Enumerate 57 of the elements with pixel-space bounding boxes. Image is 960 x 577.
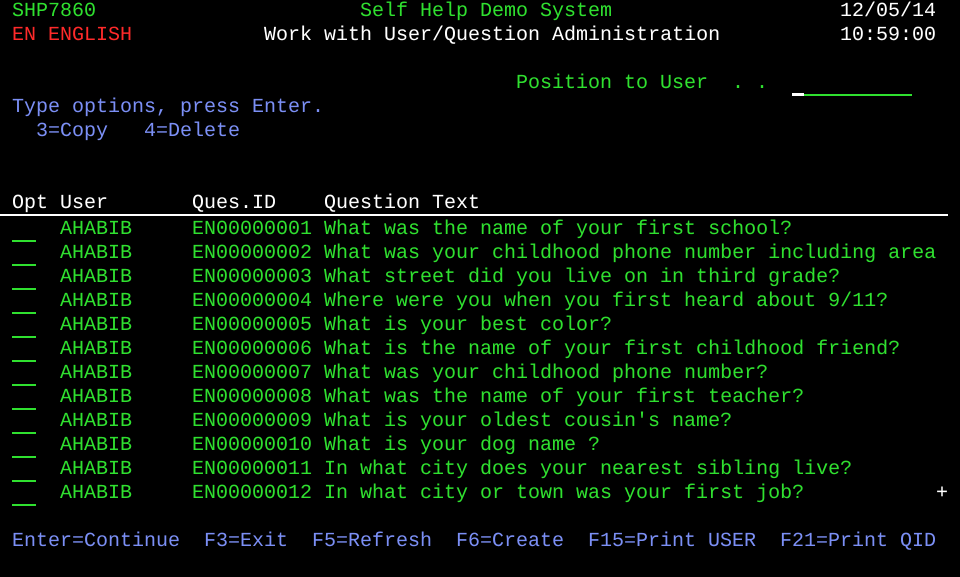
language: EN ENGLISH bbox=[12, 24, 132, 48]
more-indicator: + bbox=[936, 482, 948, 506]
column-header: Opt bbox=[12, 192, 48, 216]
user-cell: AHABIB bbox=[60, 218, 132, 242]
user-cell: AHABIB bbox=[60, 482, 132, 506]
user-cell: AHABIB bbox=[60, 290, 132, 314]
position-label: Position to User . . bbox=[516, 72, 768, 96]
function-key[interactable]: F15=Print USER bbox=[588, 530, 756, 554]
user-cell: AHABIB bbox=[60, 386, 132, 410]
user-cell: AHABIB bbox=[60, 362, 132, 386]
time: 10:59:00 bbox=[840, 24, 936, 48]
column-header: User bbox=[60, 192, 108, 216]
function-key[interactable]: F5=Refresh bbox=[312, 530, 432, 554]
user-cell: AHABIB bbox=[60, 266, 132, 290]
question-id-cell: EN00000005 bbox=[192, 314, 312, 338]
user-cell: AHABIB bbox=[60, 242, 132, 266]
question-text-cell: In what city does your nearest sibling live? bbox=[324, 458, 852, 482]
question-id-cell: EN00000006 bbox=[192, 338, 312, 362]
instructions-text: Type options, press Enter. bbox=[12, 96, 324, 120]
screen-title: Work with User/Question Administration bbox=[264, 24, 720, 48]
user-cell: AHABIB bbox=[60, 410, 132, 434]
question-id-cell: EN00000010 bbox=[192, 434, 312, 458]
program-name: SHP7860 bbox=[12, 0, 96, 24]
user-cell: AHABIB bbox=[60, 314, 132, 338]
question-text-cell: What is your best color? bbox=[324, 314, 612, 338]
function-key[interactable]: F6=Create bbox=[456, 530, 564, 554]
function-key[interactable]: F21=Print QID bbox=[780, 530, 936, 554]
column-header: Question Text bbox=[324, 192, 480, 216]
question-id-cell: EN00000003 bbox=[192, 266, 312, 290]
question-id-cell: EN00000011 bbox=[192, 458, 312, 482]
question-text-cell: Where were you when you first heard about 9/11? bbox=[324, 290, 888, 314]
question-text-cell: What is the name of your first childhood friend? bbox=[324, 338, 900, 362]
date: 12/05/14 bbox=[840, 0, 936, 24]
question-text-cell: What was your childhood phone number including area bbox=[324, 242, 936, 266]
user-cell: AHABIB bbox=[60, 338, 132, 362]
question-text-cell: What was the name of your first school? bbox=[324, 218, 792, 242]
question-text-cell: In what city or town was your first job? bbox=[324, 482, 804, 506]
question-text-cell: What was the name of your first teacher? bbox=[324, 386, 804, 410]
question-id-cell: EN00000007 bbox=[192, 362, 312, 386]
option-legend: 3=Copy bbox=[36, 120, 108, 144]
function-key[interactable]: Enter=Continue bbox=[12, 530, 180, 554]
user-cell: AHABIB bbox=[60, 434, 132, 458]
column-header: Ques.ID bbox=[192, 192, 276, 216]
question-text-cell: What was your childhood phone number? bbox=[324, 362, 768, 386]
function-key[interactable]: F3=Exit bbox=[204, 530, 288, 554]
question-id-cell: EN00000012 bbox=[192, 482, 312, 506]
question-id-cell: EN00000009 bbox=[192, 410, 312, 434]
question-text-cell: What street did you live on in third grade? bbox=[324, 266, 840, 290]
user-cell: AHABIB bbox=[60, 458, 132, 482]
question-id-cell: EN00000004 bbox=[192, 290, 312, 314]
system-title: Self Help Demo System bbox=[360, 0, 612, 24]
question-text-cell: What is your dog name ? bbox=[324, 434, 600, 458]
question-id-cell: EN00000002 bbox=[192, 242, 312, 266]
question-id-cell: EN00000008 bbox=[192, 386, 312, 410]
option-legend: 4=Delete bbox=[144, 120, 240, 144]
question-text-cell: What is your oldest cousin's name? bbox=[324, 410, 732, 434]
question-id-cell: EN00000001 bbox=[192, 218, 312, 242]
